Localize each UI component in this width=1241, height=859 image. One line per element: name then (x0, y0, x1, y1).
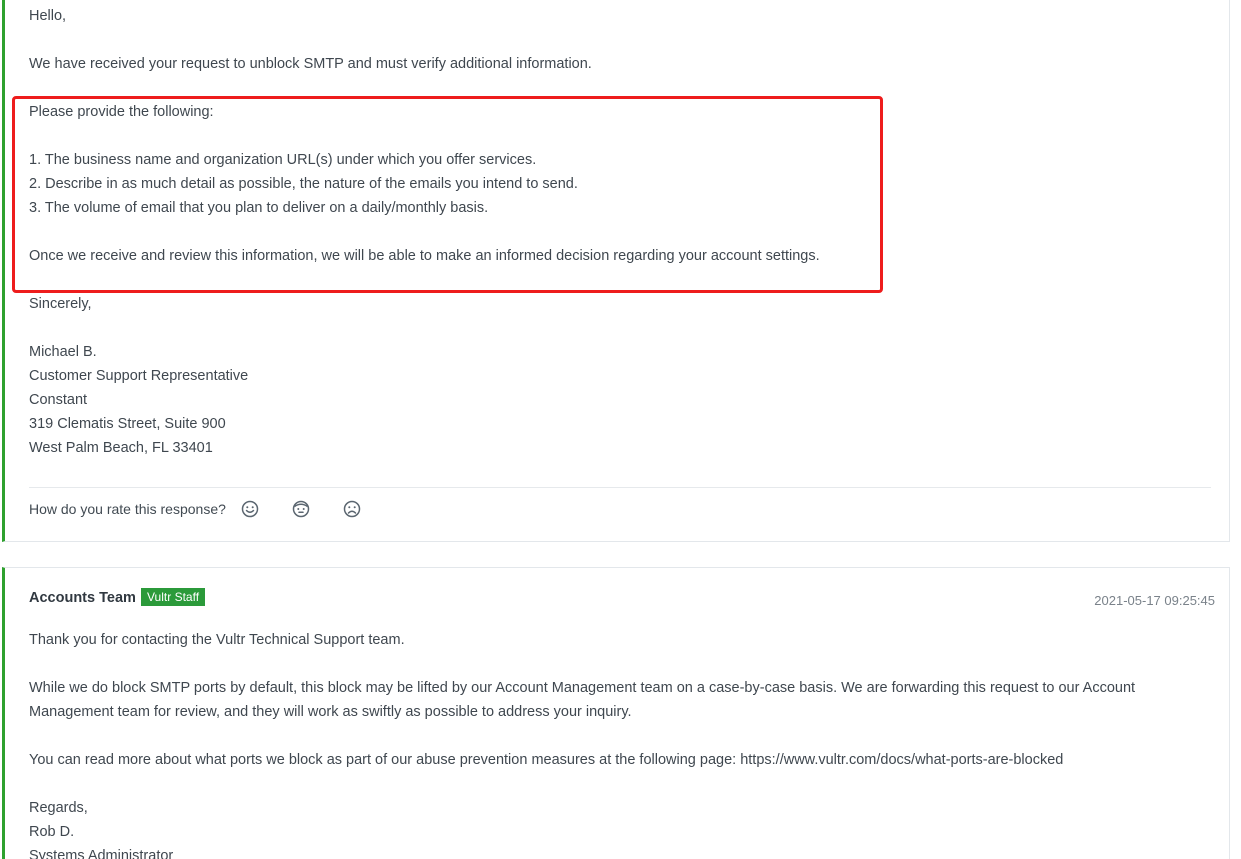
signature-name: Rob D. (29, 824, 75, 840)
signoff: Regards, (29, 800, 88, 816)
rate-bad-button[interactable] (342, 499, 362, 519)
frown-icon (343, 500, 361, 518)
message-card-support-reply: Hello, We have received your request to … (2, 0, 1230, 542)
message-card-accounts-team: Accounts Team Vultr Staff 2021-05-17 09:… (2, 567, 1230, 859)
rating-prompt: How do you rate this response? (29, 501, 226, 517)
author-name: Accounts Team (29, 590, 136, 606)
staff-badge: Vultr Staff (141, 588, 206, 606)
message-timestamp: 2021-05-17 09:25:45 (1094, 593, 1215, 608)
intro-text: We have received your request to unblock… (29, 56, 592, 72)
message-paragraph-2: While we do block SMTP ports by default,… (29, 680, 1136, 720)
signature-company: Constant (29, 392, 88, 408)
rate-neutral-button[interactable] (291, 499, 311, 519)
rate-good-button[interactable] (240, 499, 260, 519)
ticket-thread: Hello, We have received your request to … (0, 0, 1241, 859)
message-paragraph-1: Thank you for contacting the Vultr Techn… (29, 632, 405, 648)
signature-title: Customer Support Representative (29, 368, 249, 384)
signature-address-line-2: West Palm Beach, FL 33401 (29, 440, 213, 456)
highlight-annotation-box (12, 96, 883, 293)
neutral-face-icon (292, 500, 310, 518)
signature-title: Systems Administrator (29, 848, 174, 859)
signoff: Sincerely, (29, 296, 92, 312)
signature-address-line-1: 319 Clematis Street, Suite 900 (29, 416, 226, 432)
smile-icon (241, 500, 259, 518)
divider (29, 487, 1211, 488)
signature-name: Michael B. (29, 344, 97, 360)
greeting: Hello, (29, 8, 67, 24)
message-paragraph-3: You can read more about what ports we bl… (29, 752, 1064, 768)
